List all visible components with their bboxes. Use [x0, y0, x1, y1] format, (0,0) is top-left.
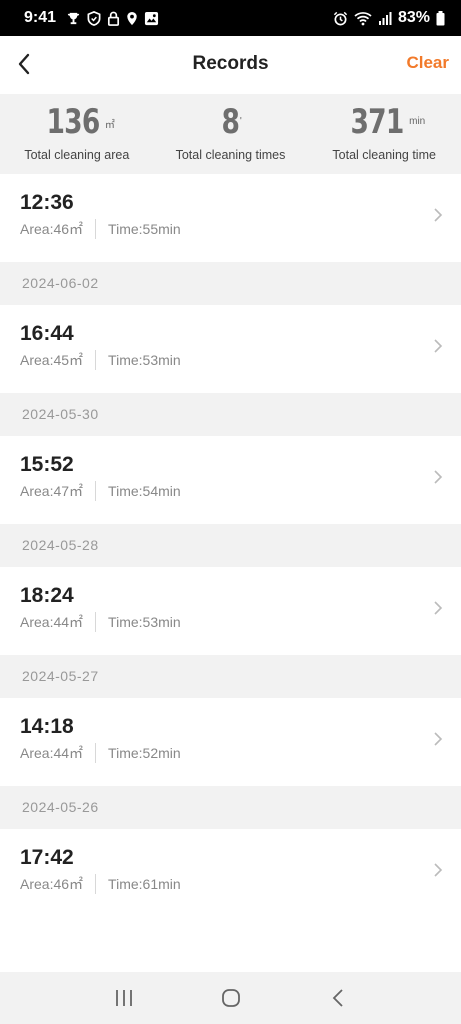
system-nav-bar — [0, 972, 461, 1024]
stat-value: 8 — [221, 102, 240, 142]
recents-button[interactable] — [104, 978, 144, 1018]
record-area: Area:45㎡ — [20, 352, 84, 368]
record-item[interactable]: 15:52 Area:47㎡ Time:54min — [0, 436, 461, 524]
status-bar: 9:41 83% — [0, 0, 461, 36]
record-area: Area:44㎡ — [20, 614, 84, 630]
record-duration: Time:55min — [108, 221, 181, 237]
record-duration: Time:53min — [108, 352, 181, 368]
app-header: Records Clear — [0, 36, 461, 94]
chevron-right-icon — [431, 335, 445, 357]
record-item[interactable]: 14:18 Area:44㎡ Time:52min — [0, 698, 461, 786]
page-title: Records — [192, 53, 269, 74]
stat-unit: min — [409, 116, 426, 127]
date-header: 2024-05-27 — [0, 655, 461, 698]
date-header: 2024-05-28 — [0, 524, 461, 567]
summary-panel: 136 ㎡ Total cleaning area 8 ' Total clea… — [0, 94, 461, 174]
stat-total-time: 371 min Total cleaning time — [307, 94, 461, 174]
records-list: 12:36 Area:46㎡ Time:55min 2024-06-02 16:… — [0, 174, 461, 917]
alarm-icon — [333, 11, 348, 26]
record-duration: Time:54min — [108, 483, 181, 499]
record-time: 16:44 — [20, 322, 74, 345]
chevron-right-icon — [431, 728, 445, 750]
date-label: 2024-05-27 — [22, 668, 99, 684]
record-duration: Time:52min — [108, 745, 181, 761]
record-meta: Area:47㎡ Time:54min — [20, 481, 181, 501]
record-meta: Area:44㎡ Time:52min — [20, 743, 181, 763]
status-bar-left: 9:41 — [24, 9, 159, 27]
record-meta: Area:45㎡ Time:53min — [20, 350, 181, 370]
record-time: 18:24 — [20, 584, 74, 607]
home-icon — [221, 989, 240, 1007]
trophy-icon — [66, 11, 81, 26]
image-icon — [144, 11, 159, 26]
stat-label: Total cleaning times — [175, 148, 286, 162]
record-area: Area:46㎡ — [20, 221, 84, 237]
battery-percent: 83% — [397, 9, 430, 26]
record-area: Area:47㎡ — [20, 483, 84, 499]
record-item[interactable]: 12:36 Area:46㎡ Time:55min — [0, 174, 461, 262]
lock-icon — [107, 11, 120, 26]
record-time: 12:36 — [20, 191, 74, 214]
chevron-right-icon — [431, 466, 445, 488]
stat-label: Total cleaning area — [24, 148, 130, 162]
date-label: 2024-05-26 — [22, 799, 99, 815]
date-label: 2024-05-30 — [22, 406, 99, 422]
record-duration: Time:61min — [108, 876, 181, 892]
stat-value: 371 — [350, 102, 405, 142]
status-bar-right: 83% — [333, 9, 445, 27]
location-icon — [126, 11, 138, 26]
record-item[interactable]: 17:42 Area:46㎡ Time:61min — [0, 829, 461, 917]
wifi-icon — [354, 11, 372, 26]
back-icon — [332, 989, 343, 1007]
recents-icon — [115, 990, 132, 1006]
stat-total-times: 8 ' Total cleaning times — [154, 94, 308, 174]
record-area: Area:46㎡ — [20, 876, 84, 892]
stat-value: 136 — [46, 102, 100, 142]
clear-button[interactable]: Clear — [406, 53, 449, 73]
date-label: 2024-06-02 — [22, 275, 99, 291]
record-time: 17:42 — [20, 846, 74, 869]
record-meta: Area:46㎡ Time:61min — [20, 874, 181, 894]
record-time: 14:18 — [20, 715, 74, 738]
date-label: 2024-05-28 — [22, 537, 99, 553]
status-time: 9:41 — [24, 9, 57, 26]
stat-total-area: 136 ㎡ Total cleaning area — [0, 94, 154, 174]
date-header: 2024-05-26 — [0, 786, 461, 829]
signal-icon — [378, 11, 392, 26]
record-item[interactable]: 16:44 Area:45㎡ Time:53min — [0, 305, 461, 393]
record-item[interactable]: 18:24 Area:44㎡ Time:53min — [0, 567, 461, 655]
record-area: Area:44㎡ — [20, 745, 84, 761]
chevron-right-icon — [431, 204, 445, 226]
system-back-button[interactable] — [318, 978, 358, 1018]
home-button[interactable] — [211, 978, 251, 1018]
shield-icon — [87, 10, 101, 26]
record-meta: Area:46㎡ Time:55min — [20, 219, 181, 239]
record-meta: Area:44㎡ Time:53min — [20, 612, 181, 632]
chevron-right-icon — [431, 859, 445, 881]
date-header: 2024-06-02 — [0, 262, 461, 305]
date-header: 2024-05-30 — [0, 393, 461, 436]
battery-icon — [436, 10, 445, 26]
record-time: 15:52 — [20, 453, 74, 476]
stat-unit: ㎡ — [104, 120, 115, 131]
stat-label: Total cleaning time — [332, 148, 436, 162]
record-duration: Time:53min — [108, 614, 181, 630]
stat-unit: ' — [239, 116, 242, 127]
chevron-right-icon — [431, 597, 445, 619]
